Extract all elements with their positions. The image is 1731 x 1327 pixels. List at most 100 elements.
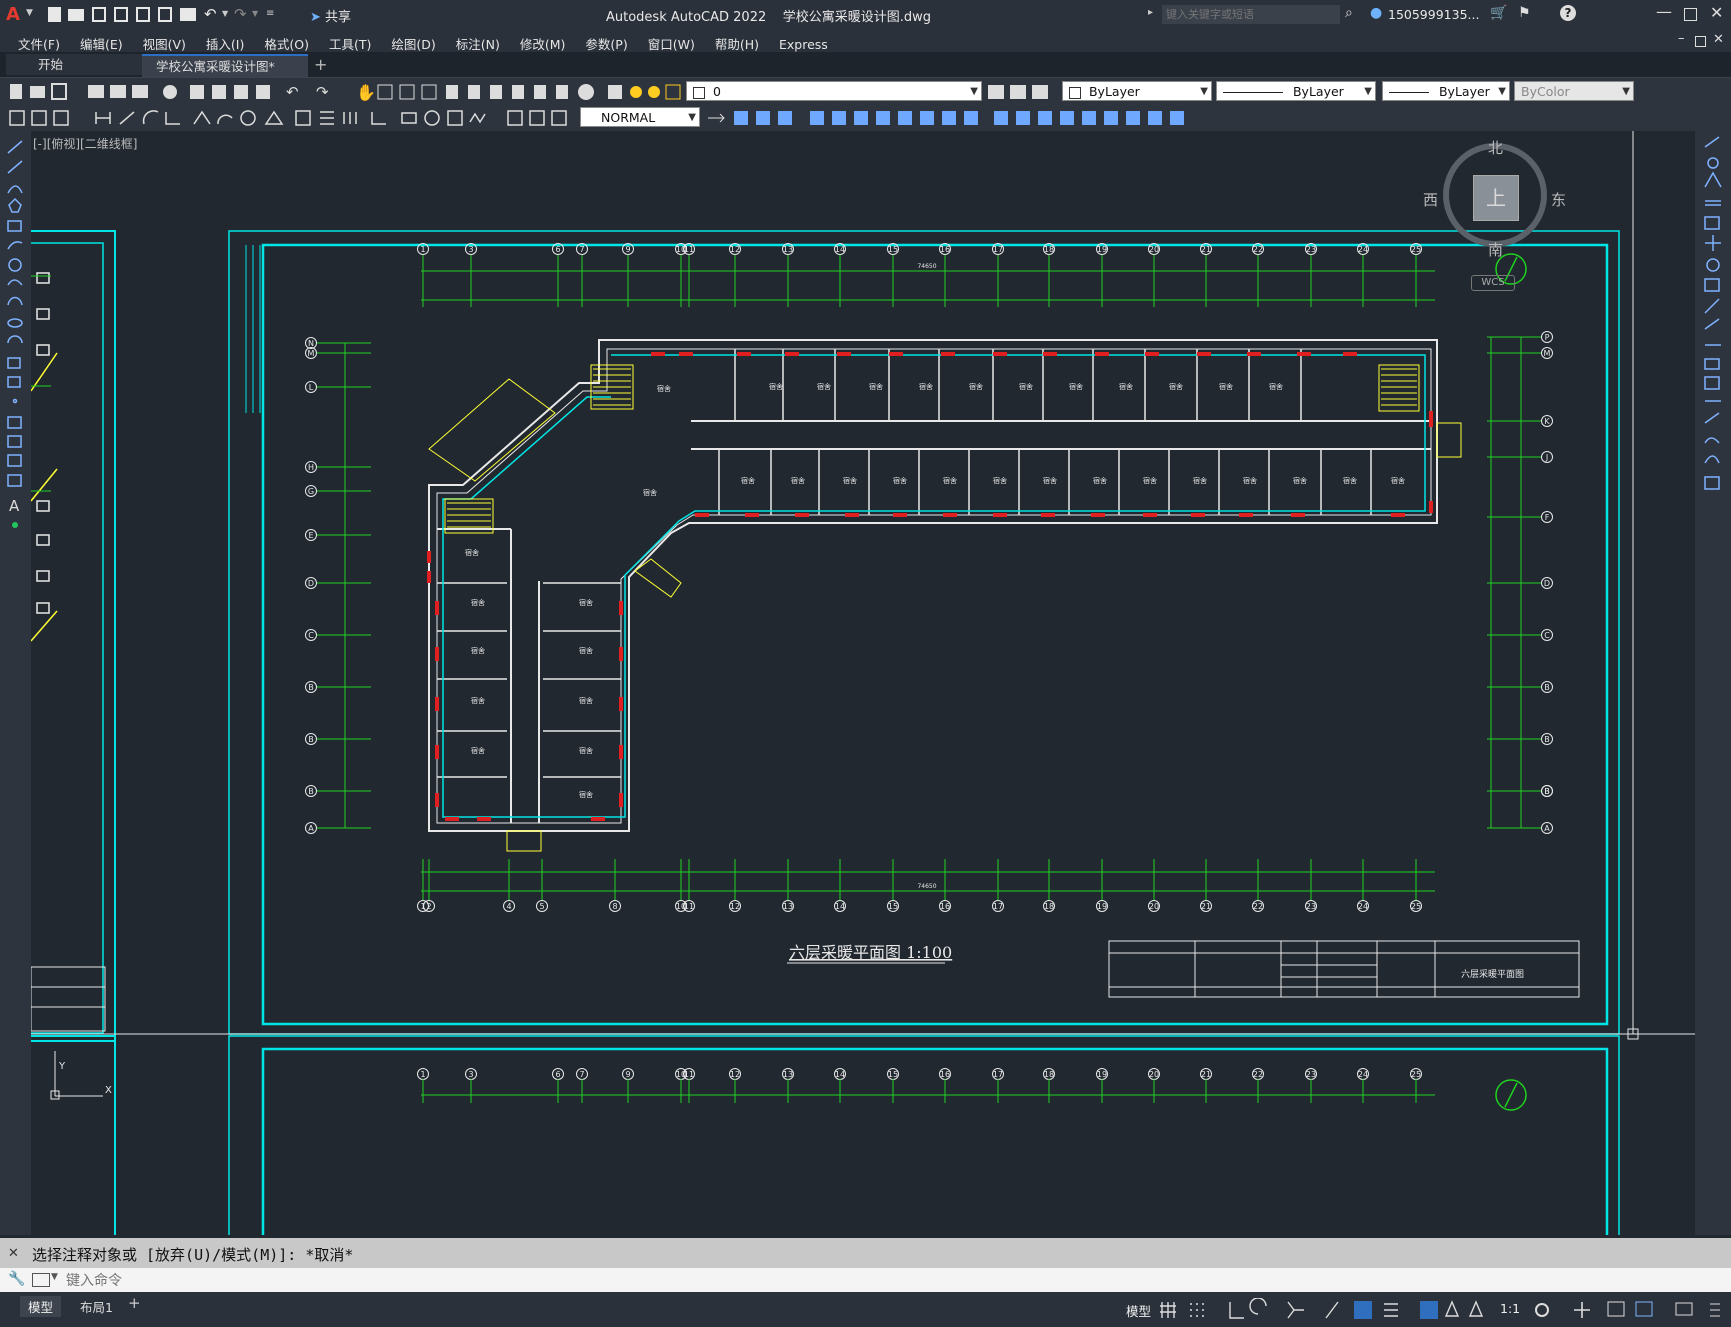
dimension-tool-icons[interactable]: [8, 108, 578, 128]
undo-dropdown-icon[interactable]: ▼: [222, 9, 228, 18]
help-icon[interactable]: ?: [1560, 5, 1576, 21]
svg-text:E: E: [308, 531, 313, 540]
command-input[interactable]: [64, 1270, 1708, 1292]
doc-minimize-icon[interactable]: –: [1678, 31, 1685, 46]
share-label: 共享: [325, 10, 352, 25]
open-web-icon[interactable]: [136, 7, 150, 22]
room-label: 宿舍: [471, 646, 485, 655]
viewcube-top-face[interactable]: 上: [1473, 175, 1519, 221]
command-close-icon[interactable]: ✕: [8, 1246, 19, 1261]
drawing-canvas[interactable]: [-][俯视][二维线框] 1 3 6 7 9 10 11 12 13 14 1…: [31, 131, 1695, 1235]
annotation-scale[interactable]: 1:1: [1500, 1301, 1520, 1316]
open-file-icon[interactable]: [68, 9, 84, 21]
close-icon[interactable]: ✕: [1710, 3, 1723, 22]
plotstyle-dropdown[interactable]: ByColor ▼: [1514, 81, 1634, 101]
command-history-text: 选择注释对象或 [放弃(U)/模式(M)]: *取消*: [32, 1246, 354, 1264]
command-prompt-icon[interactable]: [32, 1273, 50, 1287]
chevron-down-icon: ▼: [688, 112, 696, 123]
svg-text:16: 16: [940, 1070, 950, 1079]
redo-dropdown-icon[interactable]: ▼: [252, 9, 258, 18]
maximize-icon[interactable]: [1684, 8, 1697, 21]
save-icon[interactable]: [92, 7, 106, 22]
building-walls: [428, 339, 1438, 832]
svg-text:D: D: [1544, 579, 1550, 588]
axis-top-1: 3: [465, 243, 477, 255]
minimize-icon[interactable]: —: [1656, 2, 1672, 21]
undo-icon[interactable]: ↶: [204, 5, 217, 23]
modify-tool-icons[interactable]: [706, 108, 1226, 128]
room-label: 宿舍: [769, 382, 783, 391]
svg-text:↷: ↷: [316, 83, 329, 101]
dimstyle-dropdown[interactable]: NORMAL ▼: [580, 107, 700, 127]
color-value: ByLayer: [1088, 84, 1140, 99]
axis-right-5: D: [1541, 577, 1553, 589]
color-dropdown[interactable]: ByLayer ▼: [1062, 81, 1212, 101]
axis-right-10: B: [1541, 785, 1553, 797]
layer-dropdown[interactable]: 0 ▼: [686, 81, 982, 101]
app-menu-chevron-icon[interactable]: ▼: [26, 8, 33, 18]
modify-tool-icons[interactable]: [1695, 133, 1731, 563]
svg-text:3: 3: [468, 1070, 473, 1079]
viewcube-north[interactable]: 北: [1488, 137, 1503, 158]
axis-top-18: 23: [1305, 243, 1317, 255]
room-label: 宿舍: [919, 382, 933, 391]
model-layout-tab[interactable]: 模型: [20, 1296, 62, 1317]
new-file-icon[interactable]: [48, 7, 61, 22]
customize-qat-icon[interactable]: ≡: [266, 8, 274, 19]
wrench-icon[interactable]: 🔧: [8, 1271, 25, 1287]
user-name[interactable]: 1505999135...: [1388, 7, 1479, 22]
svg-text:7: 7: [579, 245, 584, 254]
bottom-sheet-axis-17: 22: [1252, 1068, 1264, 1080]
share-button[interactable]: ➤ 共享: [310, 6, 351, 25]
model-space-button[interactable]: 模型: [1126, 1301, 1151, 1320]
search-input[interactable]: [1162, 5, 1340, 24]
svg-text:X: X: [105, 1085, 112, 1096]
viewcube-south[interactable]: 南: [1488, 239, 1503, 260]
svg-text:21: 21: [1201, 902, 1211, 911]
svg-text:14: 14: [835, 902, 845, 911]
tab-start[interactable]: 开始: [6, 54, 146, 75]
color-swatch: [1069, 86, 1081, 99]
save-as-icon[interactable]: [114, 7, 128, 22]
axis-top-2: 6: [552, 243, 564, 255]
viewcube-west[interactable]: 西: [1423, 189, 1438, 210]
chevron-down-icon: ▼: [1364, 86, 1372, 97]
save-web-icon[interactable]: [158, 7, 172, 22]
command-prompt-chevron-icon[interactable]: ▼: [51, 1272, 58, 1282]
status-right-icons[interactable]: [1530, 1298, 1730, 1322]
doc-close-icon[interactable]: ✕: [1713, 32, 1724, 47]
user-icon[interactable]: ●: [1370, 5, 1382, 21]
svg-text:15: 15: [888, 245, 898, 254]
viewcube[interactable]: 上 北 南 东 西 WCS: [1409, 133, 1589, 293]
axis-top-9: 14: [834, 243, 846, 255]
wcs-menu[interactable]: WCS: [1471, 275, 1515, 291]
layout1-tab[interactable]: 布局1: [72, 1296, 121, 1317]
room-label: 宿舍: [579, 598, 593, 607]
plot-icon[interactable]: [180, 8, 196, 21]
doc-restore-icon[interactable]: [1695, 36, 1706, 47]
axis-bottom-14: 19: [1096, 900, 1108, 912]
redo-icon[interactable]: ↷: [234, 5, 247, 23]
draw-tool-icons[interactable]: A: [0, 133, 31, 603]
cart-icon[interactable]: 🛒: [1490, 5, 1507, 21]
svg-text:13: 13: [783, 1070, 793, 1079]
autocad-logo-icon[interactable]: A: [6, 4, 24, 25]
lineweight-dropdown[interactable]: ByLayer ▼: [1382, 81, 1510, 101]
autodesk-app-icon[interactable]: ⚑: [1518, 5, 1531, 21]
room-label: 宿舍: [969, 382, 983, 391]
tab-document[interactable]: 学校公寓采暖设计图* ✕: [142, 54, 308, 95]
room-label: 宿舍: [843, 476, 857, 485]
viewcube-east[interactable]: 东: [1551, 189, 1566, 210]
svg-text:13: 13: [783, 245, 793, 254]
layer-tool-icons[interactable]: [986, 82, 1056, 102]
dimension-toolbar: NORMAL ▼: [0, 104, 1731, 132]
standard-tool-icons[interactable]: ↶ ↷ ✋: [8, 82, 688, 102]
new-tab-button[interactable]: +: [306, 54, 335, 75]
add-layout-button[interactable]: +: [128, 1294, 141, 1312]
search-icon[interactable]: ⌕: [1345, 5, 1353, 21]
axis-right-0: P: [1541, 331, 1553, 343]
svg-text:↶: ↶: [286, 83, 299, 101]
linetype-dropdown[interactable]: ByLayer ▼: [1216, 81, 1376, 101]
svg-text:20: 20: [1149, 902, 1159, 911]
search-expand-icon[interactable]: ▸: [1148, 7, 1153, 18]
